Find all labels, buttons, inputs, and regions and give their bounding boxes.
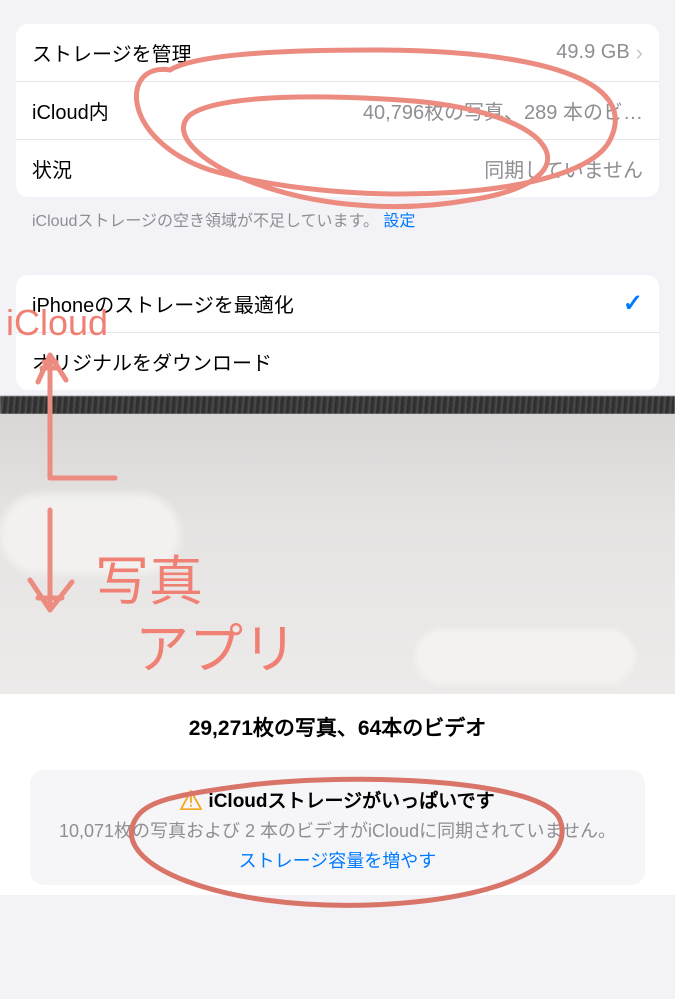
icloud-settings-section: ストレージを管理 49.9 GB › iCloud内 40,796枚の写真、28… [0,0,675,390]
manage-storage-value: 49.9 GB [556,41,629,64]
photo-collage-placeholder [0,414,675,694]
handdrawn-divider [0,396,675,414]
checkmark-icon: ✓ [623,289,643,318]
manage-storage-label: ストレージを管理 [32,38,192,67]
storage-footer-link[interactable]: 設定 [383,213,415,230]
warning-icon [180,790,202,810]
in-icloud-value: 40,796枚の写真、289 本のビ… [351,96,643,125]
photo-blur-1 [0,494,180,574]
optimize-card: iPhoneのストレージを最適化 ✓ オリジナルをダウンロード [16,275,659,390]
storage-card: ストレージを管理 49.9 GB › iCloud内 40,796枚の写真、28… [16,24,659,197]
increase-storage-link[interactable]: ストレージ容量を増やす [40,847,635,873]
storage-warning-box: iCloudストレージがいっぱいです 10,071枚の写真および 2 本のビデオ… [30,770,645,885]
storage-footer-text: iCloudストレージの空き領域が不足しています。 [32,213,379,230]
warning-description: 10,071枚の写真および 2 本のビデオがiCloudに同期されていません。 [40,819,635,843]
photo-blur-2 [415,629,635,684]
storage-footer: iCloudストレージの空き領域が不足しています。 設定 [16,197,659,255]
status-label: 状況 [32,154,72,183]
warning-title: iCloudストレージがいっぱいです [40,786,635,813]
in-icloud-row: iCloud内 40,796枚の写真、289 本のビ… [16,82,659,140]
status-row: 状況 同期していません [16,140,659,197]
photo-count-line: 29,271枚の写真、64本のビデオ [30,712,645,742]
optimize-storage-label: iPhoneのストレージを最適化 [32,289,294,318]
in-icloud-label: iCloud内 [32,96,109,125]
optimize-storage-row[interactable]: iPhoneのストレージを最適化 ✓ [16,275,659,333]
download-originals-label: オリジナルをダウンロード [32,347,272,376]
download-originals-row[interactable]: オリジナルをダウンロード [16,333,659,390]
photos-app-section: 29,271枚の写真、64本のビデオ iCloudストレージがいっぱいです 10… [0,414,675,895]
photos-summary: 29,271枚の写真、64本のビデオ iCloudストレージがいっぱいです 10… [0,694,675,895]
warning-title-text: iCloudストレージがいっぱいです [208,786,494,813]
manage-storage-row[interactable]: ストレージを管理 49.9 GB › [16,24,659,82]
status-value: 同期していません [484,154,643,183]
chevron-right-icon: › [636,40,643,66]
